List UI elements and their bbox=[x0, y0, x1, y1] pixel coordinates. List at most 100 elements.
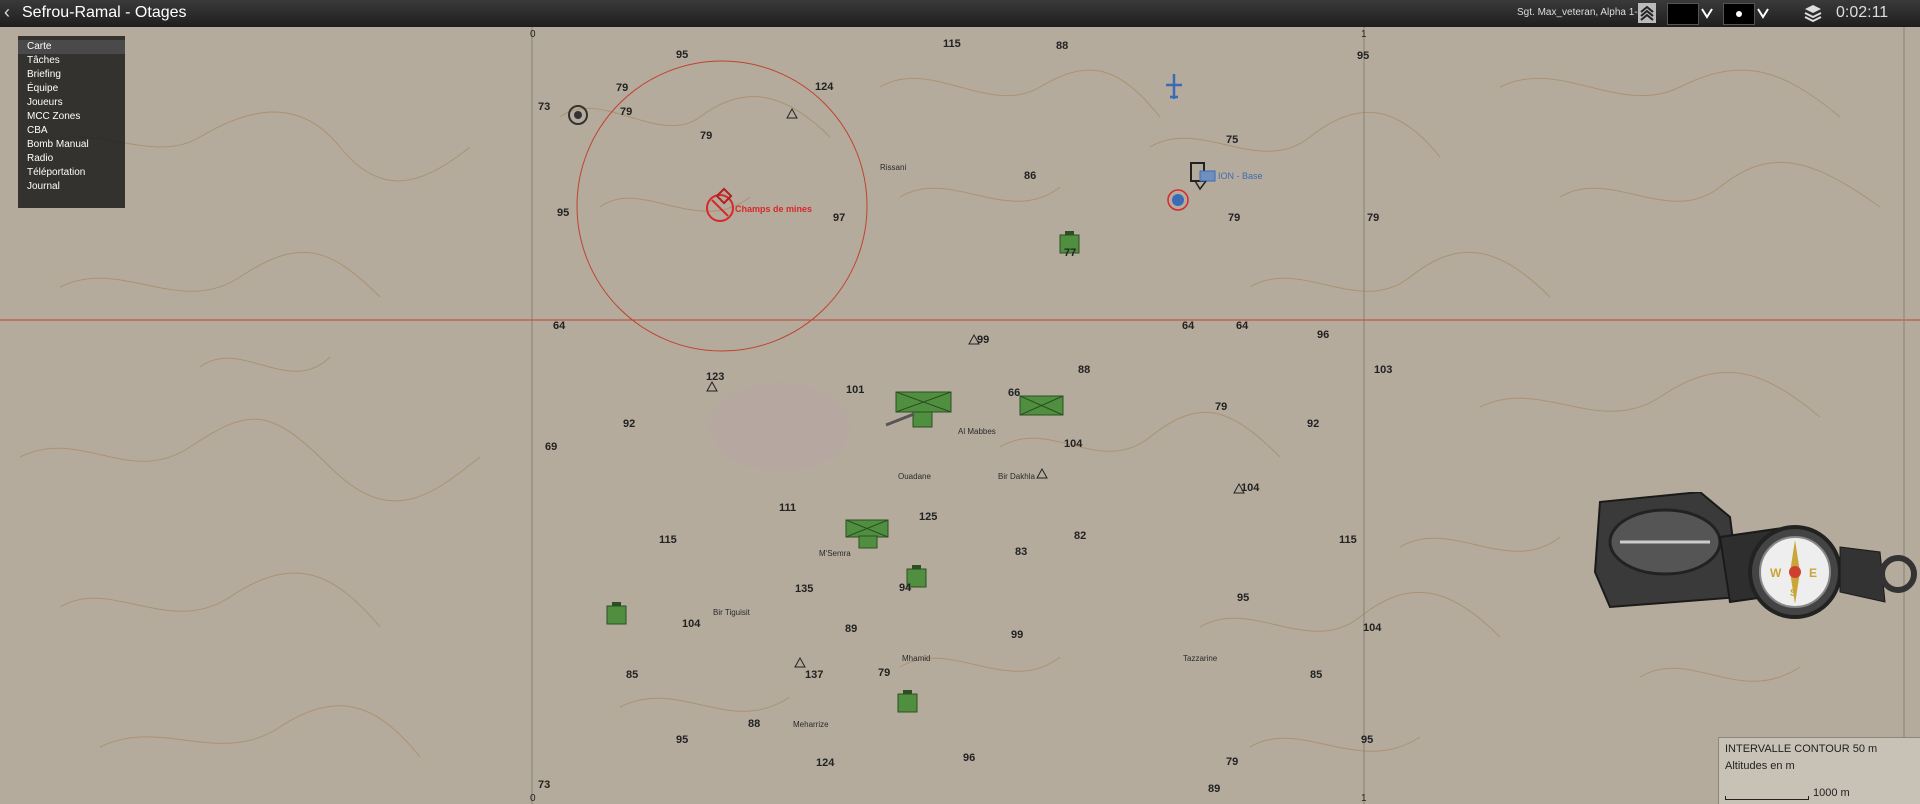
menu-item-briefing[interactable]: Briefing bbox=[18, 68, 125, 82]
altitude-label: 69 bbox=[545, 441, 557, 453]
menu-item-carte[interactable]: Carte bbox=[18, 40, 125, 54]
aircraft-icon[interactable] bbox=[1166, 74, 1182, 99]
altitude-label: 96 bbox=[963, 752, 975, 764]
enemy-patrol-marker[interactable] bbox=[1167, 189, 1189, 211]
contour-interval-label: INTERVALLE CONTOUR 50 m bbox=[1725, 743, 1878, 755]
altitude-label: 88 bbox=[1078, 364, 1090, 376]
town-label: Ouadane bbox=[898, 472, 931, 481]
altitude-label: 89 bbox=[1208, 783, 1220, 795]
layers-icon[interactable] bbox=[1803, 3, 1823, 23]
altitude-label: 79 bbox=[700, 130, 712, 142]
triangle-marker-icon[interactable] bbox=[706, 380, 718, 392]
altitude-label: 79 bbox=[1367, 212, 1379, 224]
altitude-label: 101 bbox=[846, 384, 864, 396]
altitude-label: 95 bbox=[1237, 592, 1249, 604]
altitude-label: 95 bbox=[557, 207, 569, 219]
menu-item-mcc-zones[interactable]: MCC Zones bbox=[18, 110, 125, 124]
back-chevron-icon[interactable]: ‹ bbox=[4, 2, 10, 23]
menu-item-teleportation[interactable]: Téléportation bbox=[18, 166, 125, 180]
altitude-label: 104 bbox=[1241, 482, 1260, 494]
town-label: Tazzarine bbox=[1183, 654, 1218, 663]
altitude-label: 92 bbox=[623, 418, 635, 430]
altitude-label: 64 bbox=[1182, 320, 1195, 332]
altitude-label: 95 bbox=[676, 734, 688, 746]
unit-marker-vehicle[interactable] bbox=[897, 690, 918, 713]
dot-icon bbox=[1736, 11, 1742, 17]
color-swatch-black[interactable] bbox=[1667, 3, 1699, 25]
altitude-label: 97 bbox=[833, 212, 845, 224]
chevron-down-icon[interactable] bbox=[1756, 3, 1770, 23]
triangle-marker-icon[interactable] bbox=[1036, 467, 1048, 479]
menu-item-bomb-manual[interactable]: Bomb Manual bbox=[18, 138, 125, 152]
altitude-label: 94 bbox=[899, 582, 912, 594]
menu-item-joueurs[interactable]: Joueurs bbox=[18, 96, 125, 110]
altitude-label: 104 bbox=[1064, 438, 1083, 450]
unit-marker-infantry-group[interactable] bbox=[1019, 395, 1064, 416]
unit-marker-vehicle[interactable] bbox=[606, 602, 627, 625]
altitude-label: 99 bbox=[977, 334, 989, 346]
scale-bar bbox=[1725, 796, 1809, 800]
altitude-label: 85 bbox=[1310, 669, 1322, 681]
mission-clock: 0:02:11 bbox=[1836, 4, 1889, 21]
minefield-area-circle[interactable] bbox=[576, 60, 868, 352]
altitude-label: 135 bbox=[795, 583, 813, 595]
altitude-label: 83 bbox=[1015, 546, 1027, 558]
altitude-label: 89 bbox=[845, 623, 857, 635]
minefield-label: Champs de mines bbox=[735, 204, 812, 214]
town-label: Bir Dakhla bbox=[998, 472, 1035, 481]
sergeant-chevrons-icon bbox=[1638, 3, 1656, 23]
tactical-map[interactable]: 0 1 0 1 Champs de mines ION - Base Rissa… bbox=[0, 27, 1920, 804]
altitude-label: 95 bbox=[676, 49, 688, 61]
menu-item-taches[interactable]: Tâches bbox=[18, 54, 125, 68]
altitude-label: 85 bbox=[626, 669, 638, 681]
menu-item-radio[interactable]: Radio bbox=[18, 152, 125, 166]
top-bar: ‹ Sefrou-Ramal - Otages Sgt. Max_veteran… bbox=[0, 0, 1920, 27]
altitude-label: 111 bbox=[779, 502, 796, 514]
town-label: M'Semra bbox=[819, 549, 851, 558]
menu-item-cba[interactable]: CBA bbox=[18, 124, 125, 138]
menu-item-journal[interactable]: Journal bbox=[18, 180, 125, 194]
unit-marker-infantry-group[interactable] bbox=[845, 519, 889, 549]
altitude-label: 73 bbox=[538, 101, 550, 113]
altitude-label: 124 bbox=[816, 757, 835, 769]
map-canvas[interactable]: 0 1 0 1 Champs de mines ION - Base Rissa… bbox=[0, 27, 1920, 804]
town-label: Meharrize bbox=[793, 720, 829, 729]
altitude-label: 95 bbox=[1361, 734, 1373, 746]
altitude-label: 64 bbox=[1236, 320, 1249, 332]
marker-shape-dot[interactable] bbox=[1723, 3, 1755, 25]
altitude-label: 82 bbox=[1074, 530, 1086, 542]
altitude-label: 79 bbox=[1215, 401, 1227, 413]
altitude-label: 96 bbox=[1317, 329, 1329, 341]
map-menu: Carte Tâches Briefing Équipe Joueurs MCC… bbox=[18, 36, 125, 208]
chevron-down-icon[interactable] bbox=[1700, 3, 1714, 23]
terrain-patch bbox=[710, 382, 850, 472]
altitude-label: 73 bbox=[538, 779, 550, 791]
altitude-label: 79 bbox=[1228, 212, 1240, 224]
compass-icon[interactable]: W E S bbox=[1590, 492, 1920, 642]
minefield-marker[interactable]: Champs de mines bbox=[706, 187, 812, 222]
player-name: Sgt. Max_veteran, Alpha 1-4 1 bbox=[1517, 7, 1652, 18]
town-label: Bir Tiguisit bbox=[713, 608, 751, 617]
game-map-screen: ‹ Sefrou-Ramal - Otages Sgt. Max_veteran… bbox=[0, 0, 1920, 804]
altitude-label: 103 bbox=[1374, 364, 1392, 376]
altitude-label: 123 bbox=[706, 371, 724, 383]
svg-text:E: E bbox=[1809, 566, 1817, 580]
town-label: Rissani bbox=[880, 163, 906, 172]
menu-item-equipe[interactable]: Équipe bbox=[18, 82, 125, 96]
altitude-label: 95 bbox=[1357, 50, 1369, 62]
triangle-marker-icon[interactable] bbox=[794, 656, 806, 668]
altitude-label: 104 bbox=[1363, 622, 1382, 634]
altitude-unit-label: Altitudes en m bbox=[1725, 760, 1795, 772]
altitude-label: 86 bbox=[1024, 170, 1036, 182]
altitude-label: 64 bbox=[553, 320, 566, 332]
target-marker-icon[interactable] bbox=[568, 105, 588, 125]
ion-base-marker[interactable]: ION - Base bbox=[1190, 162, 1263, 191]
altitude-label: 115 bbox=[943, 38, 961, 50]
altitude-label: 124 bbox=[815, 81, 834, 93]
unit-marker-infantry-group[interactable] bbox=[885, 391, 952, 428]
svg-text:W: W bbox=[1770, 566, 1782, 580]
altitude-label: 115 bbox=[659, 534, 677, 546]
scale-label: 1000 m bbox=[1813, 787, 1850, 799]
triangle-marker-icon[interactable] bbox=[786, 107, 798, 119]
altitude-label: 88 bbox=[748, 718, 760, 730]
